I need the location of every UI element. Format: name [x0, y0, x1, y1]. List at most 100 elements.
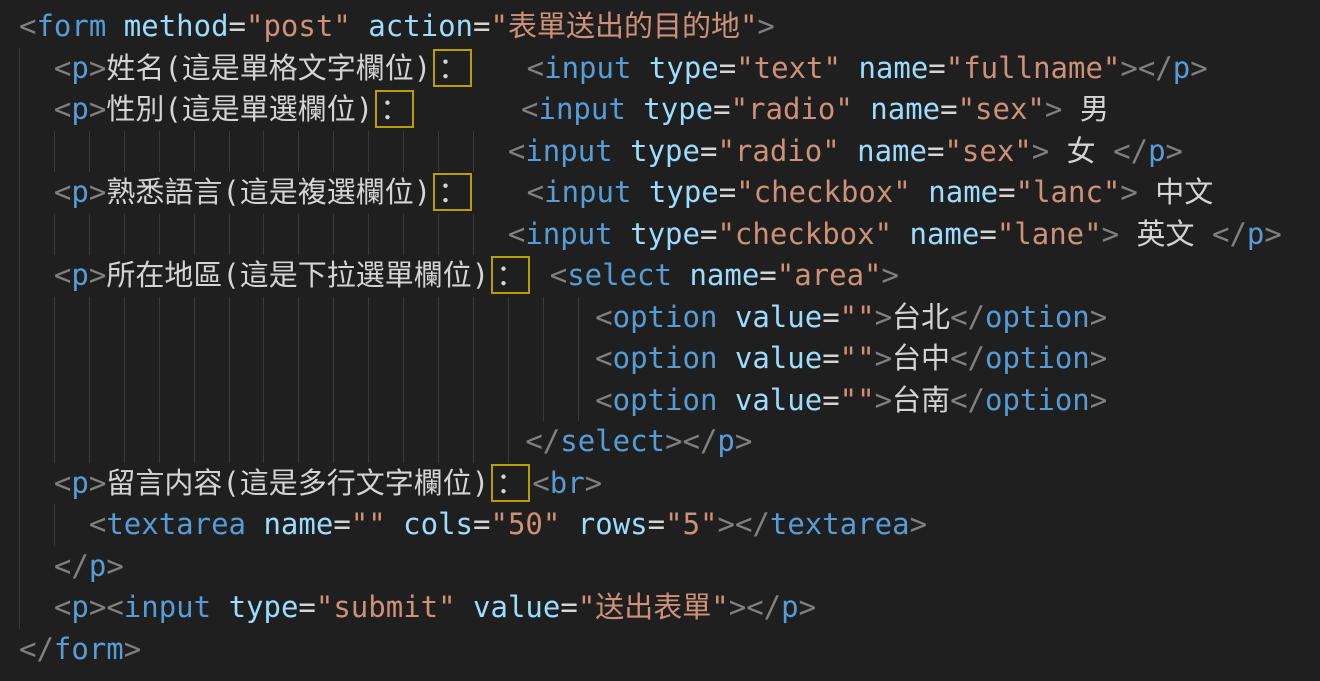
code-token: "post" [246, 9, 351, 43]
unicode-highlighted-char: ： [433, 173, 472, 211]
code-token [416, 92, 521, 126]
indent-guide [19, 504, 20, 546]
code-line[interactable]: <option value="">台北</option> [19, 297, 1320, 339]
code-token: p [71, 92, 88, 126]
code-token [631, 175, 648, 209]
code-token [246, 507, 263, 541]
code-token: p [1148, 134, 1165, 168]
indent-guide [403, 338, 404, 380]
code-token: = [822, 383, 839, 417]
code-token: < [550, 258, 567, 292]
code-token [456, 590, 473, 624]
indent-guide [298, 338, 299, 380]
code-line[interactable]: <input type="checkbox" name="lane"> 英文 <… [19, 214, 1320, 256]
code-token: > [1264, 217, 1281, 251]
indent-guide [368, 214, 369, 256]
code-token: "lane" [997, 217, 1102, 251]
code-token: input [525, 217, 612, 251]
code-line[interactable]: <option value="">台南</option> [19, 380, 1320, 422]
indent-guide [263, 380, 264, 422]
code-token: "" [351, 507, 386, 541]
code-token: </ [735, 507, 770, 541]
indent-guide [403, 131, 404, 173]
code-token: 所在地區(這是下拉選單欄位) [106, 258, 489, 292]
code-token: "表單送出的目的地" [490, 9, 757, 43]
code-token: option [613, 341, 718, 375]
code-line[interactable]: <p><input type="submit" value="送出表單"></p… [19, 587, 1320, 629]
code-token: = [560, 590, 577, 624]
code-token: > [89, 466, 106, 500]
code-line[interactable]: <p>姓名(這是單格文字欄位)： <input type="text" name… [19, 48, 1320, 90]
code-line[interactable]: <textarea name="" cols="50" rows="5"></t… [19, 504, 1320, 546]
code-token: 台北 [892, 300, 950, 334]
indent-guide [89, 214, 90, 256]
indent-guide [194, 297, 195, 339]
code-token [560, 507, 577, 541]
indent-guide [298, 214, 299, 256]
code-line[interactable]: <form method="post" action="表單送出的目的地"> [19, 6, 1320, 48]
code-token: = [473, 507, 490, 541]
indent-guide [578, 380, 579, 422]
code-token: "radio" [717, 134, 839, 168]
code-editor[interactable]: <form method="post" action="表單送出的目的地"> <… [19, 6, 1320, 670]
code-token: select [567, 258, 672, 292]
code-token: < [89, 507, 106, 541]
code-token: name [858, 51, 928, 85]
indent-guide [19, 380, 20, 422]
code-token: > [735, 424, 752, 458]
code-line[interactable]: <option value="">台中</option> [19, 338, 1320, 380]
indent-guide [124, 131, 125, 173]
code-token: input [544, 175, 631, 209]
indent-guide [89, 421, 90, 463]
code-line[interactable]: <p>留言内容(這是多行文字欄位)：<br> [19, 463, 1320, 505]
indent-guide [229, 214, 230, 256]
code-line[interactable]: </p> [19, 546, 1320, 588]
code-token: textarea [106, 507, 246, 541]
indent-guide [508, 380, 509, 422]
indent-guide [54, 504, 55, 546]
code-line[interactable]: </select></p> [19, 421, 1320, 463]
code-token: textarea [770, 507, 910, 541]
unicode-highlighted-char: ： [375, 90, 414, 128]
code-line[interactable]: <p>熟悉語言(這是複選欄位)： <input type="checkbox" … [19, 172, 1320, 214]
indent-guide [438, 131, 439, 173]
code-token: "checkbox" [736, 175, 911, 209]
indent-guide [54, 338, 55, 380]
code-line[interactable]: <p>性別(這是單選欄位)： <input type="radio" name=… [19, 89, 1320, 131]
indent-guide [333, 214, 334, 256]
code-token: type [229, 590, 299, 624]
code-line[interactable]: <input type="radio" name="sex"> 女 </p> [19, 131, 1320, 173]
code-token: > [89, 590, 106, 624]
code-token: </ [950, 341, 985, 375]
indent-guide [124, 297, 125, 339]
indent-guide [333, 131, 334, 173]
indent-guide [368, 421, 369, 463]
code-token: > [1090, 341, 1107, 375]
indent-guide [403, 380, 404, 422]
indent-whitespace [19, 175, 54, 209]
code-token: = [713, 92, 730, 126]
code-token: </ [1138, 51, 1173, 85]
code-token [211, 590, 228, 624]
code-token: < [19, 9, 36, 43]
code-token: = [940, 92, 957, 126]
code-token: > [1032, 134, 1049, 168]
code-token: = [998, 175, 1015, 209]
indent-guide [89, 297, 90, 339]
code-token: > [1120, 175, 1137, 209]
code-token: = [928, 51, 945, 85]
code-token [386, 507, 403, 541]
code-token: = [648, 507, 665, 541]
code-line[interactable]: </form> [19, 629, 1320, 671]
code-token: = [229, 9, 246, 43]
code-token: > [875, 300, 892, 334]
code-token: cols [403, 507, 473, 541]
code-token: option [613, 300, 718, 334]
code-token: > [1166, 134, 1183, 168]
indent-guide [438, 338, 439, 380]
indent-guide [263, 131, 264, 173]
code-token: > [1190, 51, 1207, 85]
code-token [717, 341, 734, 375]
code-token: name [910, 217, 980, 251]
code-line[interactable]: <p>所在地區(這是下拉選單欄位)： <select name="area"> [19, 255, 1320, 297]
